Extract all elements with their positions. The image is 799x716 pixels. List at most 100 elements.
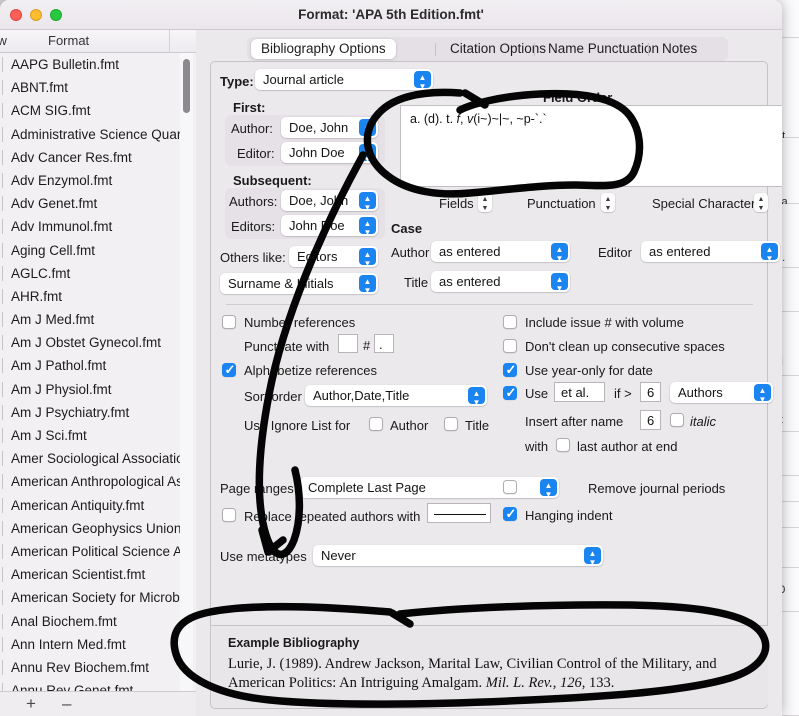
- etal-input[interactable]: et al.: [554, 382, 605, 402]
- others-like-select[interactable]: Editors ▲ ▼: [289, 246, 378, 267]
- list-item[interactable]: Adv Immunol.fmt: [0, 215, 196, 238]
- list-item-label: Adv Genet.fmt: [11, 196, 98, 212]
- italic-checkbox[interactable]: [670, 413, 684, 427]
- etal-value: et al.: [561, 385, 590, 400]
- close-button[interactable]: [10, 9, 22, 21]
- punctuate-prefix-input[interactable]: [338, 334, 358, 353]
- tab-bibliography-options[interactable]: Bibliography Options: [251, 39, 396, 59]
- list-item[interactable]: American Anthropological As: [0, 470, 196, 493]
- list-item[interactable]: Administrative Science Quar: [0, 123, 196, 146]
- replace-repeated-checkbox[interactable]: [222, 508, 236, 522]
- include-issue-checkbox[interactable]: [503, 315, 517, 329]
- fields-stepper[interactable]: ▲ ▼: [478, 193, 492, 212]
- special-characters-stepper[interactable]: ▲ ▼: [754, 193, 768, 212]
- zoom-button[interactable]: [50, 9, 62, 21]
- column-header-format[interactable]: Format: [48, 33, 89, 48]
- last-author-checkbox[interactable]: [556, 438, 570, 452]
- remove-journal-periods-label: Remove journal periods: [588, 481, 726, 496]
- ignore-author-checkbox[interactable]: [369, 417, 383, 431]
- list-column-header: how Format: [0, 30, 196, 53]
- tab-bar: Bibliography Options Citation Options Na…: [196, 35, 782, 61]
- list-item[interactable]: ABNT.fmt: [0, 76, 196, 99]
- field-order-textarea[interactable]: a. (d). t. f, v(i~)~|~, ~p-`.`: [400, 105, 782, 187]
- list-item[interactable]: Am J Physiol.fmt: [0, 378, 196, 401]
- authors-unit-select[interactable]: Authors ▲ ▼: [670, 382, 773, 403]
- sort-order-select[interactable]: Author,Date,Title ▲ ▼: [305, 385, 487, 406]
- page-ranges-select[interactable]: Complete Last Page ▲ ▼: [300, 477, 559, 498]
- list-item[interactable]: American Geophysics Union: [0, 517, 196, 540]
- list-item[interactable]: Adv Enzymol.fmt: [0, 169, 196, 192]
- column-header-show[interactable]: how: [0, 33, 7, 48]
- first-editor-select[interactable]: John Doe ▲ ▼: [281, 142, 378, 163]
- add-format-button[interactable]: +: [26, 695, 36, 712]
- use-etal-checkbox[interactable]: [503, 385, 517, 401]
- replace-repeated-input[interactable]: [427, 503, 491, 523]
- dont-clean-checkbox[interactable]: [503, 339, 517, 353]
- list-item-label: American Geophysics Union: [11, 520, 182, 536]
- alphabetize-label: Alphabetize references: [244, 363, 377, 378]
- list-item[interactable]: American Society for Microb: [0, 586, 196, 609]
- list-item[interactable]: ACM SIG.fmt: [0, 99, 196, 122]
- punctuate-suffix-input[interactable]: .: [374, 334, 394, 353]
- list-item[interactable]: Amer Sociological Associatio: [0, 447, 196, 470]
- tab-divider: [435, 43, 436, 56]
- subsequent-label: Subsequent:: [233, 173, 312, 188]
- list-item[interactable]: Adv Cancer Res.fmt: [0, 146, 196, 169]
- remove-format-button[interactable]: –: [62, 695, 71, 712]
- chevron-updown-icon: ▲ ▼: [359, 119, 376, 138]
- list-item[interactable]: AGLC.fmt: [0, 262, 196, 285]
- example-volume: 126: [560, 675, 582, 691]
- case-title-select[interactable]: as entered ▲ ▼: [431, 271, 570, 292]
- name-style-select[interactable]: Surname & Initials ▲ ▼: [220, 273, 378, 294]
- alphabetize-checkbox[interactable]: [222, 362, 236, 378]
- traffic-lights: [10, 9, 62, 21]
- page-ranges-value: Complete Last Page: [308, 480, 426, 495]
- list-item[interactable]: Anal Biochem.fmt: [0, 610, 196, 633]
- remove-journal-periods-checkbox[interactable]: [503, 480, 517, 494]
- list-item[interactable]: Aging Cell.fmt: [0, 239, 196, 262]
- use-metatypes-select[interactable]: Never ▲ ▼: [313, 545, 603, 566]
- fo-part-2: ,: [460, 112, 467, 126]
- subsequent-editors-select[interactable]: John Doe ▲ ▼: [281, 215, 378, 236]
- scrollbar-thumb[interactable]: [183, 59, 190, 113]
- year-only-checkbox[interactable]: [503, 362, 517, 378]
- ignore-title-checkbox[interactable]: [444, 417, 458, 431]
- fo-part-1: a. (d). t.: [410, 112, 457, 126]
- list-item[interactable]: American Political Science A: [0, 540, 196, 563]
- tab-notes[interactable]: Notes: [652, 39, 707, 59]
- list-item[interactable]: Ann Intern Med.fmt: [0, 633, 196, 656]
- list-item[interactable]: American Scientist.fmt: [0, 563, 196, 586]
- list-item[interactable]: Am J Pathol.fmt: [0, 354, 196, 377]
- type-select[interactable]: Journal article ▲ ▼: [255, 69, 433, 90]
- list-item[interactable]: Am J Obstet Gynecol.fmt: [0, 331, 196, 354]
- column-divider: [169, 30, 170, 53]
- list-item[interactable]: AHR.fmt: [0, 285, 196, 308]
- case-editor-select[interactable]: as entered ▲ ▼: [641, 241, 780, 262]
- list-item[interactable]: Am J Med.fmt: [0, 308, 196, 331]
- list-item[interactable]: AAPG Bulletin.fmt: [0, 53, 196, 76]
- list-item-label: Adv Enzymol.fmt: [11, 172, 113, 188]
- list-item[interactable]: Am J Psychiatry.fmt: [0, 401, 196, 424]
- minimize-button[interactable]: [30, 9, 42, 21]
- chevron-updown-icon: ▲ ▼: [359, 192, 376, 211]
- if-greater-input[interactable]: 6: [640, 382, 661, 402]
- field-order-title: Field Order: [543, 90, 613, 105]
- list-item[interactable]: Annu Rev Biochem.fmt: [0, 656, 196, 679]
- case-author-select[interactable]: as entered ▲ ▼: [431, 241, 570, 262]
- format-list[interactable]: AAPG Bulletin.fmt ABNT.fmt ACM SIG.fmt Admi…: [0, 53, 196, 701]
- hanging-indent-checkbox[interactable]: [503, 506, 517, 522]
- list-item[interactable]: Am J Sci.fmt: [0, 424, 196, 447]
- list-item[interactable]: Adv Genet.fmt: [0, 192, 196, 215]
- number-references-checkbox[interactable]: [222, 315, 236, 329]
- first-author-select[interactable]: Doe, John ▲ ▼: [281, 117, 378, 138]
- list-item[interactable]: American Antiquity.fmt: [0, 494, 196, 517]
- ignore-list-label: Use Ignore List for: [244, 418, 351, 433]
- list-footer-toolbar: + –: [0, 691, 196, 716]
- list-scrollbar[interactable]: [180, 53, 193, 701]
- case-editor-value: as entered: [649, 244, 711, 259]
- insert-after-name-input[interactable]: 6: [640, 410, 661, 430]
- tab-name-punctuation[interactable]: Name Punctuation: [538, 39, 669, 59]
- insert-after-name-value: 6: [647, 413, 655, 428]
- punctuation-stepper[interactable]: ▲ ▼: [601, 193, 615, 212]
- subsequent-authors-select[interactable]: Doe, John ▲ ▼: [281, 190, 378, 211]
